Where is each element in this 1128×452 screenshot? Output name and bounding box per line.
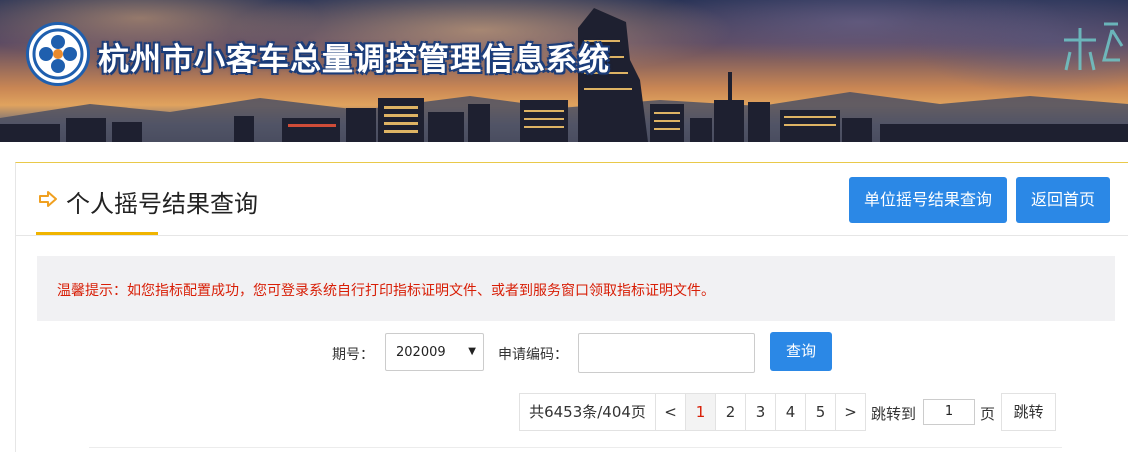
period-label: 期号：	[332, 347, 374, 363]
chevron-down-icon: ▼	[468, 346, 476, 357]
jump-page-input[interactable]: 1	[923, 399, 975, 425]
code-label: 申请编码：	[498, 347, 568, 363]
arrow-right-icon	[39, 191, 57, 207]
jump-to-label: 跳转到	[871, 405, 917, 423]
company-result-button[interactable]: 单位摇号结果查询	[849, 177, 1007, 223]
pagination-page-3[interactable]: 3	[745, 393, 776, 431]
period-select-value: 202009	[396, 345, 446, 360]
system-title: 杭州市小客车总量调控管理信息系统	[98, 42, 610, 78]
period-select[interactable]: 202009 ▼	[385, 333, 484, 371]
pagination-page-1[interactable]: 1	[685, 393, 716, 431]
main-panel: 个人摇号结果查询 单位摇号结果查询 返回首页 温馨提示：如您指标配置成功，您可登…	[15, 162, 1128, 452]
logo-icon	[26, 22, 90, 86]
pagination-page-4[interactable]: 4	[775, 393, 806, 431]
pagination-page-2[interactable]: 2	[715, 393, 746, 431]
title-underline	[36, 232, 158, 235]
pagination-prev-button[interactable]: <	[655, 393, 686, 431]
pagination-total: 共6453条/404页	[519, 393, 656, 431]
application-code-input[interactable]	[578, 333, 755, 373]
page-title: 个人摇号结果查询	[66, 190, 258, 218]
notice-box: 温馨提示：如您指标配置成功，您可登录系统自行打印指标证明文件、或者到服务窗口领取…	[37, 256, 1115, 321]
home-button[interactable]: 返回首页	[1016, 177, 1110, 223]
jump-button[interactable]: 跳转	[1001, 393, 1056, 431]
page-unit-label: 页	[980, 405, 996, 423]
panel-header: 个人摇号结果查询 单位摇号结果查询 返回首页	[16, 163, 1128, 236]
pagination-next-button[interactable]: >	[835, 393, 866, 431]
pagination-page-5[interactable]: 5	[805, 393, 836, 431]
notice-text: 温馨提示：如您指标配置成功，您可登录系统自行打印指标证明文件、或者到服务窗口领取…	[57, 283, 715, 299]
header-banner: 杭州市小客车总量调控管理信息系统	[0, 0, 1128, 142]
bottom-divider	[89, 447, 1062, 448]
query-button[interactable]: 查询	[770, 332, 832, 371]
